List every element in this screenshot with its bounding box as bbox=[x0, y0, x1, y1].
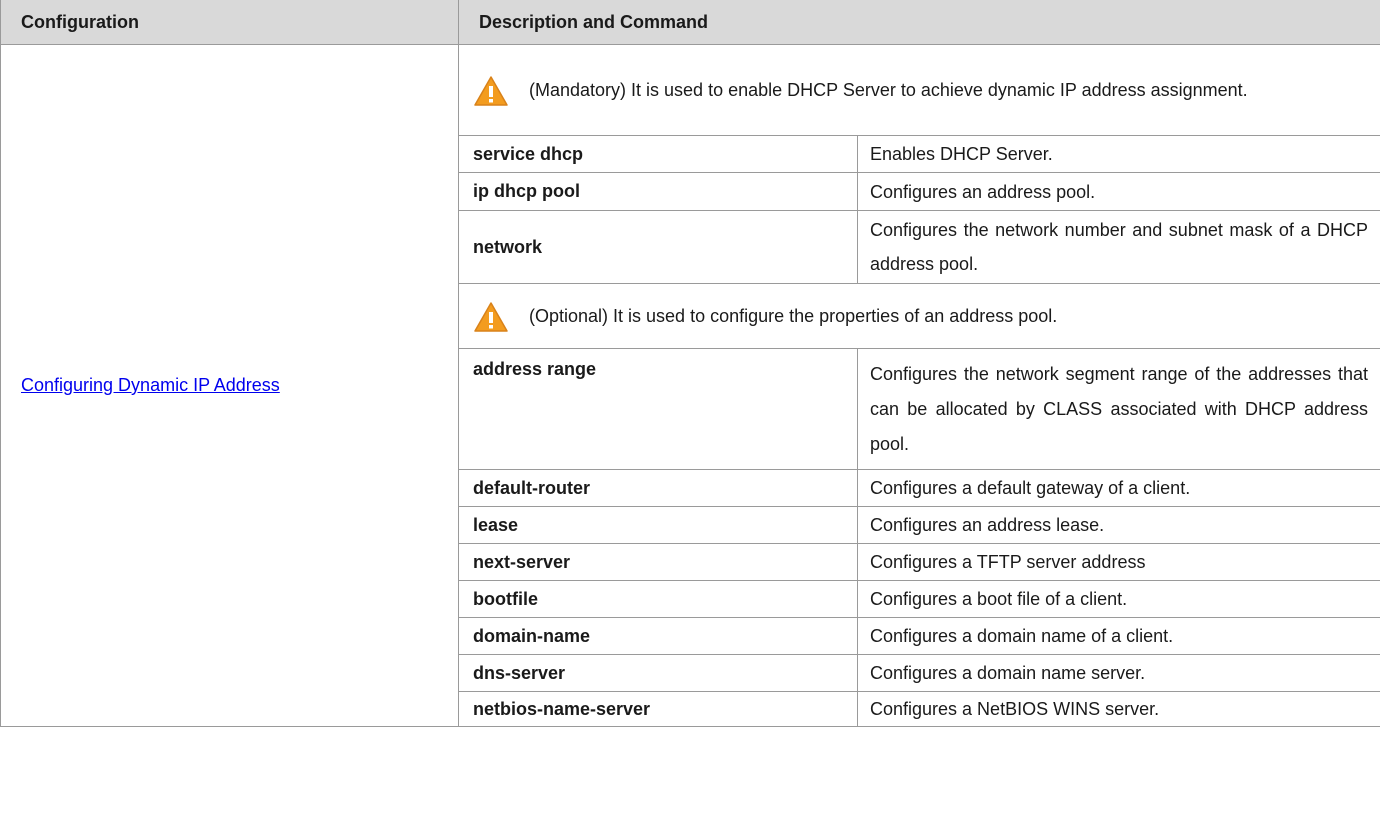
command-cell: default-router bbox=[458, 469, 858, 507]
command-cell: service dhcp bbox=[458, 135, 858, 173]
optional-note-text: (Optional) It is used to configure the p… bbox=[529, 306, 1058, 326]
description-cell: Configures a default gateway of a client… bbox=[857, 469, 1380, 507]
command-cell: address range bbox=[458, 348, 858, 470]
mandatory-note-text: (Mandatory) It is used to enable DHCP Se… bbox=[529, 80, 1248, 100]
configuration-table: Configuration Description and Command Co… bbox=[0, 0, 1380, 727]
description-cell: Configures a domain name of a client. bbox=[857, 617, 1380, 655]
command-cell: lease bbox=[458, 506, 858, 544]
command-cell: dns-server bbox=[458, 654, 858, 692]
mandatory-note: (Mandatory) It is used to enable DHCP Se… bbox=[473, 72, 1366, 108]
warning-icon bbox=[474, 76, 508, 106]
command-cell: network bbox=[458, 210, 858, 284]
description-cell: Configures an address pool. bbox=[857, 172, 1380, 211]
table-header-row: Configuration Description and Command bbox=[0, 0, 1380, 45]
configuring-dynamic-ip-address-link[interactable]: Configuring Dynamic IP Address bbox=[21, 375, 280, 395]
description-cell: Configures a TFTP server address bbox=[857, 543, 1380, 581]
header-description-and-command: Description and Command bbox=[458, 0, 1380, 45]
description-cell: Configures a NetBIOS WINS server. bbox=[857, 691, 1380, 727]
description-cell: Configures a boot file of a client. bbox=[857, 580, 1380, 618]
description-cell: Configures an address lease. bbox=[857, 506, 1380, 544]
mandatory-note-row: Configuring Dynamic IP Address (Mandator… bbox=[0, 44, 1380, 727]
optional-note: (Optional) It is used to configure the p… bbox=[473, 298, 1366, 334]
optional-note-cell: (Optional) It is used to configure the p… bbox=[458, 283, 1380, 349]
description-cell: Configures a domain name server. bbox=[857, 654, 1380, 692]
description-cell: Configures the network number and subnet… bbox=[857, 210, 1380, 284]
description-cell: Configures the network segment range of … bbox=[857, 348, 1380, 470]
command-cell: domain-name bbox=[458, 617, 858, 655]
configuration-cell: Configuring Dynamic IP Address bbox=[0, 44, 459, 727]
command-cell: netbios-name-server bbox=[458, 691, 858, 727]
command-cell: bootfile bbox=[458, 580, 858, 618]
command-cell: ip dhcp pool bbox=[458, 172, 858, 211]
description-cell: Enables DHCP Server. bbox=[857, 135, 1380, 173]
warning-icon bbox=[474, 302, 508, 332]
header-configuration: Configuration bbox=[0, 0, 459, 45]
mandatory-note-cell: (Mandatory) It is used to enable DHCP Se… bbox=[458, 44, 1380, 136]
command-cell: next-server bbox=[458, 543, 858, 581]
